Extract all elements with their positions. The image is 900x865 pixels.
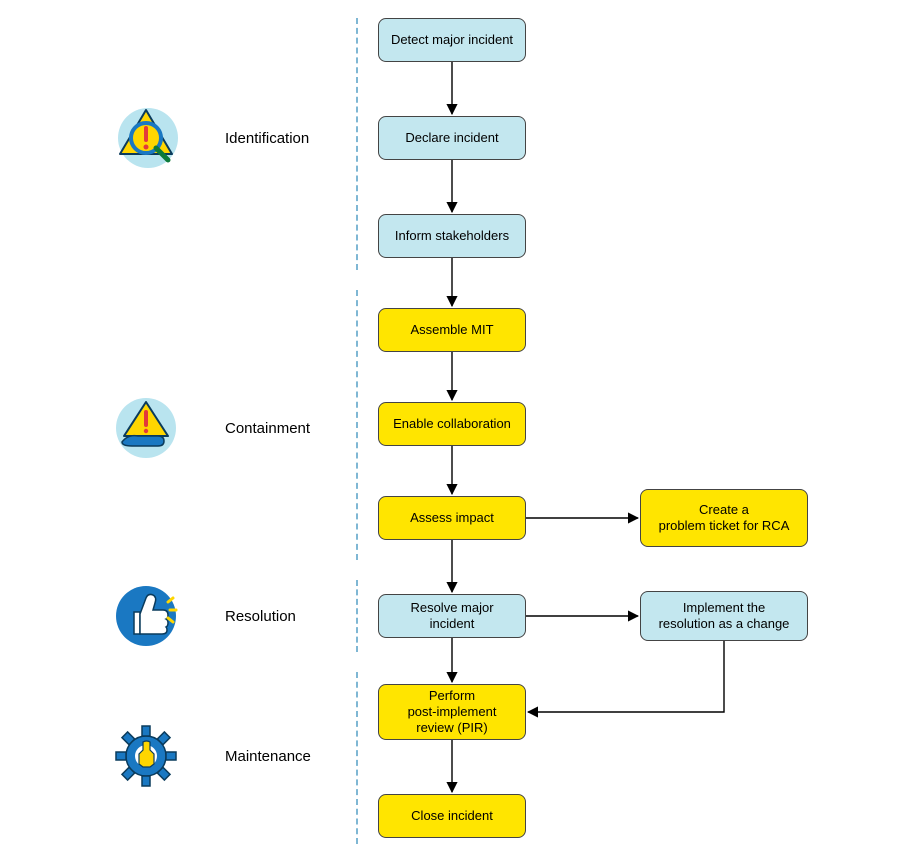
node-label: Close incident bbox=[411, 808, 493, 824]
phase-label-identification: Identification bbox=[225, 130, 309, 147]
phase-separator-2 bbox=[356, 290, 358, 560]
node-resolve: Resolve major incident bbox=[378, 594, 526, 638]
phase-separator-4 bbox=[356, 672, 358, 844]
node-declare: Declare incident bbox=[378, 116, 526, 160]
node-detect: Detect major incident bbox=[378, 18, 526, 62]
node-label: Assess impact bbox=[410, 510, 494, 526]
phase-label-containment: Containment bbox=[225, 420, 310, 437]
gear-wrench-icon bbox=[110, 720, 182, 792]
node-rca: Create aproblem ticket for RCA bbox=[640, 489, 808, 547]
node-assemble: Assemble MIT bbox=[378, 308, 526, 352]
node-implement: Implement theresolution as a change bbox=[640, 591, 808, 641]
node-label: Assemble MIT bbox=[410, 322, 493, 338]
node-label: Detect major incident bbox=[391, 32, 513, 48]
thumbs-up-icon bbox=[110, 580, 182, 652]
diagram-canvas: Identification Containment Resolution Ma… bbox=[0, 0, 900, 865]
node-label: Inform stakeholders bbox=[395, 228, 509, 244]
node-label: Implement theresolution as a change bbox=[659, 600, 790, 633]
warning-hand-icon bbox=[110, 392, 182, 464]
phase-label-maintenance: Maintenance bbox=[225, 748, 311, 765]
node-pir: Performpost-implementreview (PIR) bbox=[378, 684, 526, 740]
phase-separator-3 bbox=[356, 580, 358, 652]
node-inform: Inform stakeholders bbox=[378, 214, 526, 258]
node-close: Close incident bbox=[378, 794, 526, 838]
node-label: Performpost-implementreview (PIR) bbox=[408, 688, 497, 737]
phase-label-resolution: Resolution bbox=[225, 608, 296, 625]
alert-magnify-icon bbox=[110, 102, 182, 174]
node-label: Declare incident bbox=[405, 130, 498, 146]
phase-separator-1 bbox=[356, 18, 358, 270]
node-assess: Assess impact bbox=[378, 496, 526, 540]
node-enable: Enable collaboration bbox=[378, 402, 526, 446]
node-label: Create aproblem ticket for RCA bbox=[659, 502, 790, 535]
node-label: Enable collaboration bbox=[393, 416, 511, 432]
node-label: Resolve major incident bbox=[387, 600, 517, 633]
